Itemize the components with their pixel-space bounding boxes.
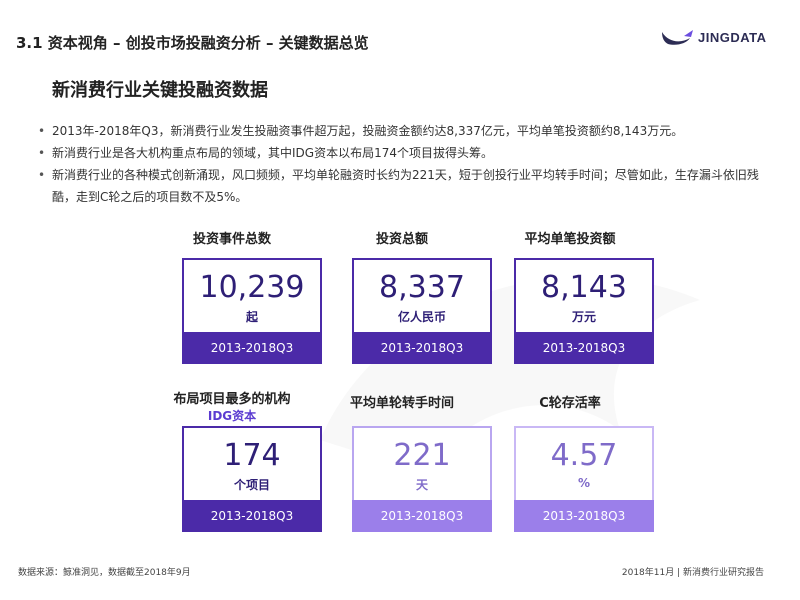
stat-unit: 起 [245,310,258,324]
stat-value: 221 [393,438,451,473]
stat-card-top-institution: 174 个项目 2013-2018Q3 [182,426,322,532]
stat-card-avg-round-time: 221 天 2013-2018Q3 [352,426,492,532]
bullet-item: 新消费行业的各种模式创新涌现，风口频频，平均单轮融资时长约为221天，短于创投行… [38,164,778,208]
bullet-list: 2013年-2018年Q3，新消费行业发生投融资事件超万起，投融资金额约达8,3… [38,120,778,208]
stat-period: 2013-2018Q3 [182,332,322,364]
card-label-investment-total: 投资总额 [375,232,428,247]
data-source-note: 数据来源：鲸准洞见，数据截至2018年9月 [18,568,191,578]
card-label-c-round-survival: C轮存活率 [539,396,601,411]
card-label-top-institution: 布局项目最多的机构 IDG资本 [162,388,302,424]
institution-name: IDG资本 [207,409,257,423]
stat-unit: 个项目 [233,478,270,492]
stat-unit: % [577,476,591,490]
card-label-avg-investment: 平均单笔投资额 [524,232,616,247]
stat-value: 8,143 [541,270,627,305]
bullet-item: 2013年-2018年Q3，新消费行业发生投融资事件超万起，投融资金额约达8,3… [38,120,778,142]
stat-period: 2013-2018Q3 [352,500,492,532]
stat-value: 4.57 [550,438,618,473]
whale-logo-icon [662,30,693,45]
stat-period: 2013-2018Q3 [514,500,654,532]
card-label-text: 布局项目最多的机构 [173,392,291,407]
stat-unit: 亿人民币 [397,310,446,324]
logo-text: JINGDATA [698,29,767,45]
stat-unit: 天 [415,478,428,492]
jingdata-logo: JINGDATA [660,28,767,46]
bullet-item: 新消费行业是各大机构重点布局的领域，其中IDG资本以布局174个项目拔得头筹。 [38,142,778,164]
stat-period: 2013-2018Q3 [514,332,654,364]
stat-value: 8,337 [379,270,465,305]
stat-value: 10,239 [199,270,305,305]
stat-period: 2013-2018Q3 [182,500,322,532]
stat-period: 2013-2018Q3 [352,332,492,364]
card-label-avg-round-time: 平均单轮转手时间 [349,396,454,411]
page-subtitle: 新消费行业关键投融资数据 [52,80,268,101]
stat-card-investment-count: 10,239 起 2013-2018Q3 [182,258,322,364]
card-label-investment-count: 投资事件总数 [192,232,271,247]
report-footer: 2018年11月 | 新消费行业研究报告 [621,568,764,578]
stat-card-c-round-survival: 4.57 % 2013-2018Q3 [514,426,654,532]
stat-unit: 万元 [571,310,596,324]
stat-card-avg-investment: 8,143 万元 2013-2018Q3 [514,258,654,364]
stat-card-investment-total: 8,337 亿人民币 2013-2018Q3 [352,258,492,364]
section-title: 3.1 资本视角 – 创投市场投融资分析 – 关键数据总览 [16,34,369,52]
stat-value: 174 [223,438,281,473]
